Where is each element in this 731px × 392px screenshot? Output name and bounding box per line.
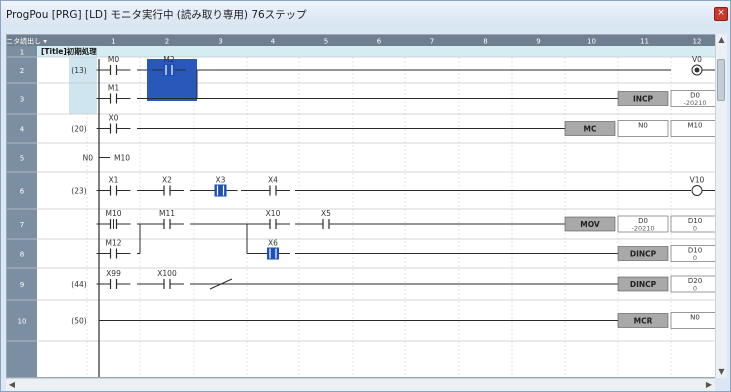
contact-M10-label: M10 — [105, 209, 121, 218]
row-number-4: 4 — [20, 126, 25, 134]
step-number: (13) — [71, 66, 86, 75]
operand-n0-text: N0 — [638, 122, 648, 130]
row-number-7: 7 — [20, 221, 24, 229]
coil-V0-on — [694, 67, 700, 73]
contact-X100-label: X100 — [157, 269, 177, 278]
scroll-left-icon[interactable]: ◀ — [6, 379, 18, 391]
contact-X3-active — [214, 184, 227, 197]
contact-X4-label: X4 — [268, 176, 278, 185]
column-header-8: 8 — [483, 38, 487, 46]
contact-X0-label: X0 — [109, 114, 119, 123]
row-number-9: 9 — [20, 281, 24, 289]
coil-V10-label: V10 — [690, 176, 705, 185]
scroll-up-icon[interactable]: ▲ — [716, 34, 727, 46]
operand-d20-value: 0 — [693, 285, 697, 293]
step-number: (20) — [71, 125, 86, 134]
mc-bus-m10: M10 — [114, 154, 130, 163]
operand-d0-value: -20210 — [683, 99, 706, 107]
contact-X5-label: X5 — [321, 209, 331, 218]
title-bar: ProgPou [PRG] [LD] モニタ実行中 (読み取り専用) 76ステッ… — [1, 1, 730, 27]
step-number: (44) — [71, 280, 86, 289]
row-number-6: 6 — [20, 188, 25, 196]
column-header-2: 2 — [165, 38, 169, 46]
contact-M12-label: M12 — [105, 239, 121, 248]
vertical-scrollbar[interactable]: ▲ ▼ — [715, 34, 727, 378]
ladder-grid[interactable]: モニタ読出し ▾12345678910111212345678910[Title… — [6, 34, 723, 378]
instr-dincp-2-label: DINCP — [630, 280, 657, 289]
contact-M2-label: M2 — [163, 55, 174, 64]
row-number-5: 5 — [20, 155, 24, 163]
column-header-11: 11 — [640, 38, 649, 46]
instr-mc-label: MC — [584, 125, 597, 134]
row-number-2: 2 — [20, 67, 24, 75]
monitor-read-dropdown[interactable]: モニタ読出し ▾ — [7, 37, 47, 46]
contact-M1-label: M1 — [108, 84, 119, 93]
contact-X99-label: X99 — [106, 269, 121, 278]
instr-incp-label: INCP — [633, 95, 654, 104]
operand-mcr-n0-text: N0 — [690, 314, 700, 322]
program-editor-window: ProgPou [PRG] [LD] モニタ実行中 (読み取り専用) 76ステッ… — [0, 0, 731, 392]
coil-V0-label: V0 — [692, 55, 702, 64]
scroll-down-icon[interactable]: ▼ — [716, 366, 727, 378]
contact-M11-label: M11 — [159, 209, 175, 218]
window-title: ProgPou [PRG] [LD] モニタ実行中 (読み取り専用) 76ステッ… — [6, 9, 307, 21]
contact-X10-label: X10 — [266, 209, 281, 218]
contact-X3-label: X3 — [216, 176, 226, 185]
operand-d10-value: 0 — [693, 254, 697, 262]
row-number-10: 10 — [18, 318, 27, 326]
vertical-scroll-thumb[interactable] — [717, 59, 725, 101]
column-header-5: 5 — [324, 38, 328, 46]
row-number-3: 3 — [20, 96, 24, 104]
column-header-7: 7 — [430, 38, 434, 46]
contact-X6-active — [267, 247, 279, 260]
row-number-8: 8 — [20, 251, 24, 259]
ladder-diagram[interactable]: モニタ読出し ▾12345678910111212345678910[Title… — [7, 35, 723, 378]
column-header-1: 1 — [111, 38, 115, 46]
close-icon[interactable]: × — [714, 7, 728, 21]
column-header-3: 3 — [218, 38, 222, 46]
horizontal-scrollbar[interactable]: ◀ ▶ — [6, 378, 715, 391]
comment-row — [37, 46, 722, 57]
instr-mov-label: MOV — [580, 220, 600, 229]
column-header-9: 9 — [536, 38, 540, 46]
operand-mov-d0-value: -20210 — [631, 225, 654, 233]
coil-V10 — [691, 185, 703, 196]
step-number: (23) — [71, 187, 86, 196]
step-number: (50) — [71, 317, 86, 326]
column-header-6: 6 — [377, 38, 382, 46]
rung-comment: [Title]初期処理 — [41, 46, 97, 56]
operand-mov-d10-value: 0 — [693, 225, 697, 233]
scroll-right-icon[interactable]: ▶ — [703, 379, 715, 391]
column-header-12: 12 — [693, 38, 702, 46]
contact-X2-label: X2 — [162, 176, 172, 185]
instr-mcr-label: MCR — [634, 317, 653, 326]
instr-dincp-1-label: DINCP — [630, 250, 657, 259]
contact-M0-label: M0 — [108, 55, 119, 64]
mc-bus-n0: N0 — [83, 154, 94, 163]
column-header-4: 4 — [271, 38, 276, 46]
column-header-10: 10 — [587, 38, 596, 46]
contact-M2-active — [163, 64, 175, 76]
operand-m10-text: M10 — [688, 122, 703, 130]
contact-X6-label: X6 — [268, 239, 278, 248]
row-number-1: 1 — [20, 49, 24, 57]
contact-X1-label: X1 — [109, 176, 119, 185]
